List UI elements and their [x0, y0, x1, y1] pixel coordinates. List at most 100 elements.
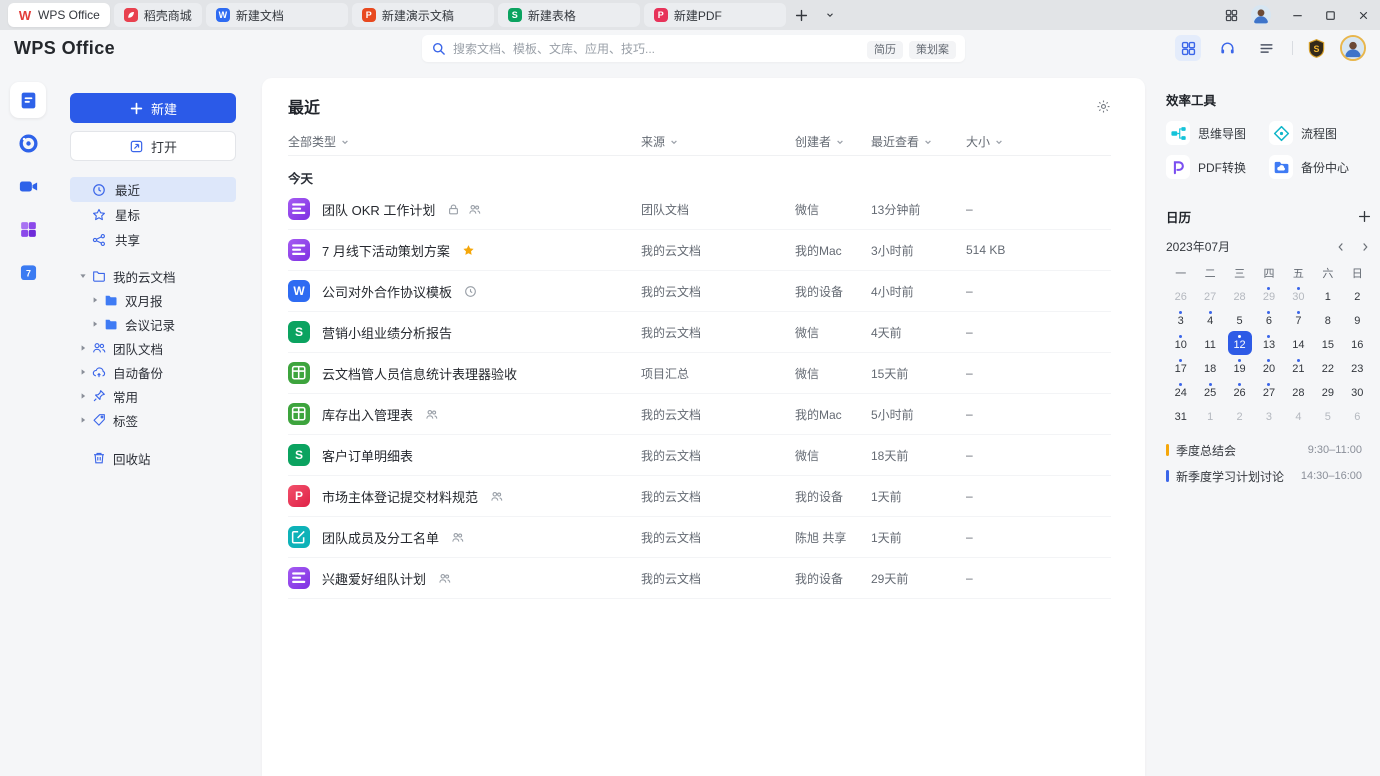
- calendar-day[interactable]: 27: [1254, 379, 1283, 403]
- calendar-day[interactable]: 26: [1166, 283, 1195, 307]
- calendar-event[interactable]: 季度总结会 9:30–11:00: [1166, 437, 1372, 463]
- calendar-day[interactable]: 17: [1166, 355, 1195, 379]
- file-row[interactable]: 云文档管人员信息统计表理器验收 项目汇总 微信 15天前 –: [288, 353, 1111, 394]
- calendar-day[interactable]: 30: [1343, 379, 1372, 403]
- filter-viewed[interactable]: 最近查看: [871, 133, 933, 150]
- calendar-day[interactable]: 23: [1343, 355, 1372, 379]
- calendar-event[interactable]: 新季度学习计划讨论 14:30–16:00: [1166, 463, 1372, 489]
- new-button[interactable]: 新建: [70, 93, 236, 123]
- calendar-day[interactable]: 4: [1284, 403, 1313, 427]
- search-hot-tag[interactable]: 简历: [867, 40, 903, 59]
- rail-item-apps[interactable]: [10, 211, 46, 247]
- caret-right-icon[interactable]: [78, 367, 88, 377]
- apps-grid-button[interactable]: [1175, 35, 1201, 61]
- tool-backup-center[interactable]: 备份中心: [1269, 155, 1372, 179]
- calendar-day[interactable]: 29: [1254, 283, 1283, 307]
- calendar-day[interactable]: 1: [1313, 283, 1342, 307]
- avatar[interactable]: [1251, 5, 1271, 25]
- caret-right-icon[interactable]: [78, 415, 88, 425]
- tool-mindmap[interactable]: 思维导图: [1166, 121, 1269, 145]
- caret-down-icon[interactable]: [78, 271, 88, 281]
- file-row[interactable]: W 公司对外合作协议模板 我的云文档 我的设备 4小时前 –: [288, 271, 1111, 312]
- calendar-day[interactable]: 11: [1195, 331, 1224, 355]
- rail-item-documents[interactable]: [10, 82, 46, 118]
- calendar-day[interactable]: 21: [1284, 355, 1313, 379]
- search-bar[interactable]: 简历策划案: [422, 35, 965, 62]
- rail-item-calendar[interactable]: 7: [10, 254, 46, 290]
- calendar-day[interactable]: 29: [1313, 379, 1342, 403]
- tab-new-pdf[interactable]: P 新建PDF: [643, 3, 786, 27]
- sidebar-item-my-cloud-docs[interactable]: 我的云文档: [70, 264, 236, 288]
- sidebar-item-recent[interactable]: 最近: [70, 177, 236, 202]
- caret-right-icon[interactable]: [78, 343, 88, 353]
- calendar-day[interactable]: 10: [1166, 331, 1195, 355]
- filter-type[interactable]: 全部类型: [288, 133, 350, 150]
- tool-flowchart[interactable]: 流程图: [1269, 121, 1372, 145]
- sidebar-item-bimonthly-report[interactable]: 双月报: [70, 288, 236, 312]
- calendar-day[interactable]: 12: [1225, 331, 1254, 355]
- support-button[interactable]: [1214, 35, 1240, 61]
- vip-badge-icon[interactable]: S: [1306, 38, 1327, 59]
- sidebar-item-frequent[interactable]: 常用: [70, 384, 236, 408]
- file-row[interactable]: 团队 OKR 工作计划 团队文档 微信 13分钟前 –: [288, 189, 1111, 230]
- calendar-day[interactable]: 22: [1313, 355, 1342, 379]
- caret-right-icon[interactable]: [90, 295, 100, 305]
- calendar-day[interactable]: 31: [1166, 403, 1195, 427]
- sidebar-item-auto-backup[interactable]: 自动备份: [70, 360, 236, 384]
- filter-creator[interactable]: 创建者: [795, 133, 845, 150]
- calendar-day[interactable]: 28: [1284, 379, 1313, 403]
- tab-list-chevron[interactable]: [818, 3, 842, 27]
- avatar[interactable]: [1340, 35, 1366, 61]
- calendar-day[interactable]: 15: [1313, 331, 1342, 355]
- workbench-grid-button[interactable]: [1219, 3, 1243, 27]
- calendar-day[interactable]: 8: [1313, 307, 1342, 331]
- tab-wps-office[interactable]: W WPS Office: [8, 3, 110, 27]
- calendar-day[interactable]: 24: [1166, 379, 1195, 403]
- calendar-day[interactable]: 20: [1254, 355, 1283, 379]
- rail-item-recent-circle[interactable]: [10, 125, 46, 161]
- calendar-day[interactable]: 14: [1284, 331, 1313, 355]
- tab-new-doc[interactable]: W 新建文档: [205, 3, 348, 27]
- calendar-day[interactable]: 1: [1195, 403, 1224, 427]
- sidebar-item-trash[interactable]: 回收站: [70, 446, 236, 470]
- tab-docer-store[interactable]: 稻壳商城: [113, 3, 202, 27]
- task-list-button[interactable]: [1253, 35, 1279, 61]
- sidebar-item-tags[interactable]: 标签: [70, 408, 236, 432]
- calendar-day[interactable]: 2: [1343, 283, 1372, 307]
- file-row[interactable]: 团队成员及分工名单 我的云文档 陈旭 共享 1天前 –: [288, 517, 1111, 558]
- calendar-day[interactable]: 27: [1195, 283, 1224, 307]
- sidebar-item-shared[interactable]: 共享: [70, 227, 236, 252]
- filter-source[interactable]: 来源: [641, 133, 679, 150]
- maximize-button[interactable]: [1314, 0, 1347, 30]
- sidebar-item-meeting-notes[interactable]: 会议记录: [70, 312, 236, 336]
- file-row[interactable]: 库存出入管理表 我的云文档 我的Mac 5小时前 –: [288, 394, 1111, 435]
- open-button[interactable]: 打开: [70, 131, 236, 161]
- file-row[interactable]: S 营销小组业绩分析报告 我的云文档 微信 4天前 –: [288, 312, 1111, 353]
- sidebar-item-starred[interactable]: 星标: [70, 202, 236, 227]
- filter-size[interactable]: 大小: [966, 133, 1004, 150]
- calendar-day[interactable]: 3: [1254, 403, 1283, 427]
- file-row[interactable]: 7 月线下活动策划方案 我的云文档 我的Mac 3小时前 514 KB: [288, 230, 1111, 271]
- tab-new-sheet[interactable]: S 新建表格: [497, 3, 640, 27]
- calendar-day[interactable]: 4: [1195, 307, 1224, 331]
- calendar-day[interactable]: 5: [1313, 403, 1342, 427]
- calendar-day[interactable]: 6: [1254, 307, 1283, 331]
- file-row[interactable]: P 市场主体登记提交材料规范 我的云文档 我的设备 1天前 –: [288, 476, 1111, 517]
- calendar-day[interactable]: 26: [1225, 379, 1254, 403]
- tab-new-ppt[interactable]: P 新建演示文稿: [351, 3, 494, 27]
- calendar-day[interactable]: 28: [1225, 283, 1254, 307]
- rail-item-meeting[interactable]: [10, 168, 46, 204]
- calendar-day[interactable]: 13: [1254, 331, 1283, 355]
- file-row[interactable]: S 客户订单明细表 我的云文档 微信 18天前 –: [288, 435, 1111, 476]
- caret-right-icon[interactable]: [90, 319, 100, 329]
- file-row[interactable]: 兴趣爱好组队计划 我的云文档 我的设备 29天前 –: [288, 558, 1111, 599]
- new-tab-button[interactable]: [790, 3, 814, 27]
- calendar-day[interactable]: 16: [1343, 331, 1372, 355]
- settings-gear-icon[interactable]: [1096, 99, 1111, 114]
- calendar-day[interactable]: 2: [1225, 403, 1254, 427]
- add-event-icon[interactable]: [1357, 209, 1372, 224]
- search-hot-tag[interactable]: 策划案: [909, 40, 956, 59]
- tool-pdf-convert[interactable]: PDF转换: [1166, 155, 1269, 179]
- sidebar-item-team-docs[interactable]: 团队文档: [70, 336, 236, 360]
- chevron-right-icon[interactable]: [1358, 240, 1372, 254]
